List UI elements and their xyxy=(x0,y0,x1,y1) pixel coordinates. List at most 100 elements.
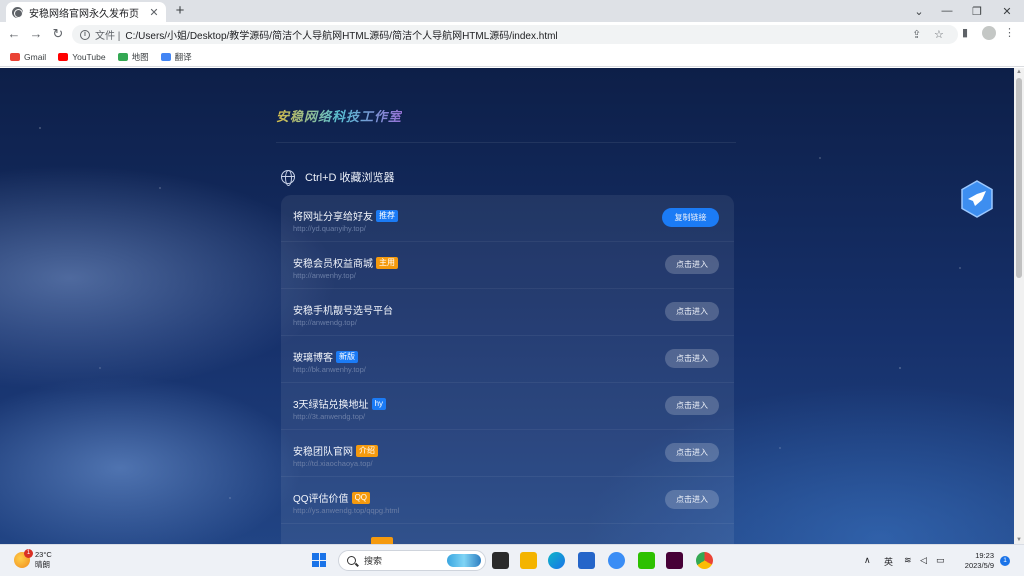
list-item-partial xyxy=(281,524,734,544)
share-icon[interactable]: ⇪ xyxy=(912,28,921,41)
bookmark-star-icon[interactable]: ☆ xyxy=(934,28,944,41)
profile-avatar-icon[interactable] xyxy=(982,26,996,40)
minimize-button[interactable]: — xyxy=(932,0,962,22)
site-logo[interactable]: 安稳网络科技工作室 xyxy=(276,106,402,125)
search-highlight-icon xyxy=(447,554,481,567)
list-item: 安稳团队官网 介绍 http://td.xiaochaoya.top/ 点击进入 xyxy=(281,430,734,477)
browser-tab[interactable]: 安稳网络官网永久发布页 ✕ xyxy=(6,2,166,22)
bookmark-translate[interactable]: 翻译 xyxy=(160,51,192,63)
windows-taskbar: 1 23°C 晴朗 搜索 ∧ 英 ≋ ◁ ▭ 19:23 2023/5/9 1 xyxy=(0,544,1024,576)
volume-icon[interactable]: ◁ xyxy=(920,555,927,566)
weather-sun-icon: 1 xyxy=(14,549,33,568)
page-scrollbar[interactable]: ▲ ▼ xyxy=(1014,68,1024,544)
item-name: QQ评估价值 xyxy=(293,494,349,505)
taskbar-search[interactable]: 搜索 xyxy=(338,550,486,571)
list-item: 将网址分享给好友 推荐 http://yd.quanyihy.top/ 复制链接 xyxy=(281,195,734,242)
enter-button[interactable]: 点击进入 xyxy=(665,349,719,368)
globe-icon xyxy=(281,170,295,186)
scroll-up-arrow-icon[interactable]: ▲ xyxy=(1016,69,1022,75)
security-label: 文件 | xyxy=(95,31,121,42)
item-badge: 新版 xyxy=(336,350,358,363)
list-item: QQ评估价值 QQ http://ys.anwendg.top/qqpg.htm… xyxy=(281,477,734,524)
side-panel-icon[interactable]: ▮ xyxy=(962,26,968,39)
edge-browser-icon[interactable] xyxy=(548,552,565,569)
section-header: Ctrl+D 收藏浏览器 xyxy=(281,169,395,186)
scroll-down-arrow-icon[interactable]: ▼ xyxy=(1016,537,1022,543)
maximize-button[interactable]: ❐ xyxy=(962,0,992,22)
enter-button[interactable]: 点击进入 xyxy=(665,255,719,274)
item-name: 3天绿钻兑换地址 xyxy=(293,400,369,411)
bookmarks-bar: Gmail YouTube 地图 翻译 xyxy=(0,47,1024,67)
close-window-button[interactable]: ✕ xyxy=(992,0,1022,22)
item-badge: 介绍 xyxy=(356,444,378,457)
bookmark-gmail[interactable]: Gmail xyxy=(10,52,46,62)
enter-button[interactable]: 点击进入 xyxy=(665,490,719,509)
wechat-icon[interactable] xyxy=(638,552,655,569)
tab-search-chevron-icon[interactable]: ⌄ xyxy=(904,0,934,22)
partial-badge xyxy=(371,537,393,544)
item-link[interactable]: http://anwenhy.top/ xyxy=(293,271,356,280)
item-name: 安稳团队官网 xyxy=(293,447,353,458)
system-clock[interactable]: 19:23 2023/5/9 xyxy=(956,551,994,571)
item-link[interactable]: http://3t.anwendg.top/ xyxy=(293,412,365,421)
task-view-icon[interactable] xyxy=(492,552,509,569)
windows-start-icon[interactable] xyxy=(312,553,326,567)
reload-icon[interactable]: ↻ xyxy=(50,26,66,42)
item-link[interactable]: http://anwendg.top/ xyxy=(293,318,357,327)
item-name: 玻璃博客 xyxy=(293,353,333,364)
k-app-icon[interactable] xyxy=(608,552,625,569)
forward-arrow-icon[interactable]: → xyxy=(28,26,44,42)
item-badge: hy xyxy=(371,397,387,410)
wifi-icon[interactable]: ≋ xyxy=(904,555,912,566)
bookmark-maps[interactable]: 地图 xyxy=(117,51,149,63)
tray-chevron-up-icon[interactable]: ∧ xyxy=(864,555,871,566)
temperature: 23°C xyxy=(35,550,52,559)
item-link[interactable]: http://td.xiaochaoya.top/ xyxy=(293,459,373,468)
dreamweaver-icon[interactable] xyxy=(666,552,683,569)
youtube-icon xyxy=(58,52,69,61)
bookmark-youtube[interactable]: YouTube xyxy=(58,52,106,62)
back-arrow-icon[interactable]: ← xyxy=(6,26,22,42)
clock-date: 2023/5/9 xyxy=(964,561,994,570)
browser-toolbar: ← → ↻ i 文件 | C:/Users/小姐/Desktop/教学源码/简洁… xyxy=(0,22,1024,47)
enter-button[interactable]: 点击进入 xyxy=(665,302,719,321)
new-tab-button[interactable]: + xyxy=(172,3,188,19)
page-viewport: 安稳网络科技工作室 Ctrl+D 收藏浏览器 将网址分享给好友 推荐 http:… xyxy=(0,68,1014,544)
header-divider xyxy=(276,142,736,143)
tab-close-icon[interactable]: ✕ xyxy=(148,6,160,19)
clock-time: 19:23 xyxy=(975,551,994,560)
maps-icon xyxy=(117,52,128,61)
enter-button[interactable]: 点击进入 xyxy=(665,443,719,462)
scroll-thumb[interactable] xyxy=(1016,78,1022,278)
item-name: 安稳手机靓号选号平台 xyxy=(293,306,393,317)
item-name: 将网址分享给好友 xyxy=(293,212,373,223)
item-name: 安稳会员权益商城 xyxy=(293,259,373,270)
item-link[interactable]: http://ys.anwendg.top/qqpg.html xyxy=(293,506,399,515)
url-text[interactable]: C:/Users/小姐/Desktop/教学源码/简洁个人导航网HTML源码/简… xyxy=(125,27,557,42)
chrome-icon[interactable] xyxy=(696,552,713,569)
item-link[interactable]: http://yd.quanyihy.top/ xyxy=(293,224,366,233)
search-icon xyxy=(347,556,356,565)
item-badge: 推荐 xyxy=(376,209,398,222)
list-item: 安稳会员权益商城 主用 http://anwenhy.top/ 点击进入 xyxy=(281,242,734,289)
store-icon[interactable] xyxy=(578,552,595,569)
file-explorer-icon[interactable] xyxy=(520,552,537,569)
floating-bird-icon[interactable] xyxy=(960,180,994,218)
section-title: Ctrl+D 收藏浏览器 xyxy=(305,172,395,184)
item-badge: 主用 xyxy=(376,256,398,269)
address-bar[interactable]: i 文件 | C:/Users/小姐/Desktop/教学源码/简洁个人导航网H… xyxy=(72,25,958,44)
weather-widget[interactable]: 1 23°C 晴朗 xyxy=(14,549,52,570)
globe-favicon-icon xyxy=(12,6,23,18)
battery-icon[interactable]: ▭ xyxy=(936,555,945,566)
info-icon[interactable]: i xyxy=(80,29,90,40)
notification-badge[interactable]: 1 xyxy=(1000,556,1010,566)
copy-link-button[interactable]: 复制链接 xyxy=(662,208,719,227)
list-item: 安稳手机靓号选号平台 http://anwendg.top/ 点击进入 xyxy=(281,289,734,336)
menu-kebab-icon[interactable]: ⋮ xyxy=(1004,26,1015,39)
search-label: 搜索 xyxy=(364,556,383,566)
item-link[interactable]: http://bk.anwenhy.top/ xyxy=(293,365,366,374)
tab-title: 安稳网络官网永久发布页 xyxy=(29,8,139,20)
input-method[interactable]: 英 xyxy=(884,555,893,568)
enter-button[interactable]: 点击进入 xyxy=(665,396,719,415)
weather-badge: 1 xyxy=(24,549,33,558)
